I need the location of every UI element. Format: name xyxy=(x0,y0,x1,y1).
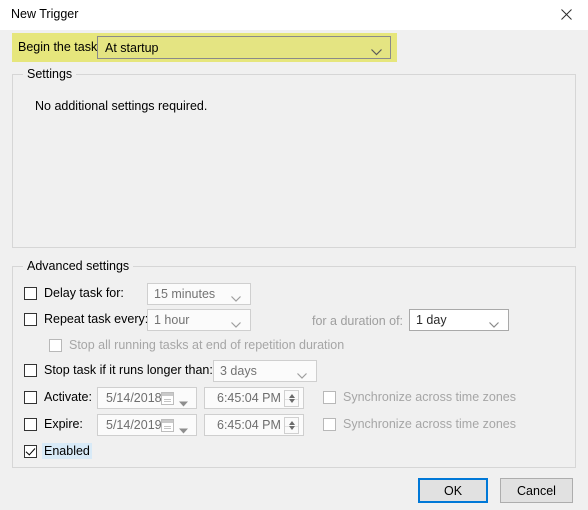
activate-label: Activate: xyxy=(44,390,92,404)
chevron-down-icon xyxy=(231,317,241,331)
cancel-button[interactable]: Cancel xyxy=(500,478,573,503)
chevron-down-icon xyxy=(179,396,188,410)
expire-row: Expire: xyxy=(24,417,83,431)
chevron-down-icon xyxy=(179,423,188,437)
duration-value: 1 day xyxy=(416,313,447,327)
repeat-task-value: 1 hour xyxy=(154,313,190,327)
stop-all-running-label: Stop all running tasks at end of repetit… xyxy=(69,338,345,352)
stop-task-longer-value: 3 days xyxy=(220,364,257,378)
repeat-task-checkbox[interactable] xyxy=(24,312,37,326)
calendar-icon xyxy=(161,419,174,432)
delay-task-checkbox[interactable] xyxy=(24,286,37,300)
activate-checkbox[interactable] xyxy=(24,390,37,404)
chevron-down-icon xyxy=(231,291,241,305)
delay-task-label: Delay task for: xyxy=(44,286,124,300)
stop-task-longer-row: Stop task if it runs longer than: xyxy=(24,363,213,377)
stop-task-longer-label: Stop task if it runs longer than: xyxy=(44,363,213,377)
expire-date-picker[interactable]: 5/14/2019 xyxy=(97,414,197,436)
expire-time-spinner[interactable]: 6:45:04 PM xyxy=(204,414,304,436)
activate-sync-checkbox[interactable] xyxy=(323,390,336,404)
expire-sync-row: Synchronize across time zones xyxy=(323,417,516,431)
settings-group-title: Settings xyxy=(23,67,77,81)
activate-sync-row: Synchronize across time zones xyxy=(323,390,516,404)
begin-task-select[interactable]: At startup xyxy=(97,36,391,59)
delay-task-select[interactable]: 15 minutes xyxy=(147,283,251,305)
repeat-task-row: Repeat task every: xyxy=(24,312,148,326)
close-icon xyxy=(560,9,572,20)
activate-date-value: 5/14/2018 xyxy=(106,391,162,405)
chevron-down-icon xyxy=(297,368,307,382)
expire-time-value: 6:45:04 PM xyxy=(217,418,281,432)
enabled-row: Enabled xyxy=(24,443,92,459)
title-bar: New Trigger xyxy=(0,0,588,30)
stop-task-longer-checkbox[interactable] xyxy=(24,363,37,377)
stop-all-running-checkbox[interactable] xyxy=(49,338,62,352)
calendar-icon xyxy=(161,392,174,405)
activate-time-value: 6:45:04 PM xyxy=(217,391,281,405)
settings-group: Settings No additional settings required… xyxy=(12,67,576,248)
expire-sync-checkbox[interactable] xyxy=(323,417,336,431)
delay-task-row: Delay task for: xyxy=(24,286,124,300)
advanced-group-title: Advanced settings xyxy=(23,259,134,273)
close-button[interactable] xyxy=(544,0,588,29)
stop-task-longer-select[interactable]: 3 days xyxy=(213,360,317,382)
chevron-down-icon xyxy=(371,45,382,59)
expire-label: Expire: xyxy=(44,417,83,431)
expire-date-value: 5/14/2019 xyxy=(106,418,162,432)
activate-row: Activate: xyxy=(24,390,92,404)
enabled-label: Enabled xyxy=(42,443,92,459)
repeat-task-select[interactable]: 1 hour xyxy=(147,309,251,331)
duration-label: for a duration of: xyxy=(312,314,404,328)
repeat-task-label: Repeat task every: xyxy=(44,312,149,326)
settings-note: No additional settings required. xyxy=(35,99,208,113)
spinner-up-down-icon[interactable] xyxy=(284,417,299,434)
begin-task-row: Begin the task: At startup xyxy=(12,33,397,62)
expire-checkbox[interactable] xyxy=(24,417,37,431)
delay-task-value: 15 minutes xyxy=(154,287,216,301)
chevron-down-icon xyxy=(489,317,499,331)
window-title: New Trigger xyxy=(11,7,79,21)
activate-sync-label: Synchronize across time zones xyxy=(343,390,516,404)
spinner-up-down-icon[interactable] xyxy=(284,390,299,407)
expire-sync-label: Synchronize across time zones xyxy=(343,417,516,431)
duration-select[interactable]: 1 day xyxy=(409,309,509,331)
begin-task-value: At startup xyxy=(105,41,159,55)
activate-date-picker[interactable]: 5/14/2018 xyxy=(97,387,197,409)
ok-button[interactable]: OK xyxy=(418,478,488,503)
activate-time-spinner[interactable]: 6:45:04 PM xyxy=(204,387,304,409)
stop-all-running-row: Stop all running tasks at end of repetit… xyxy=(49,338,344,352)
enabled-checkbox[interactable] xyxy=(24,444,37,458)
begin-task-label: Begin the task: xyxy=(18,40,101,54)
advanced-settings-group: Advanced settings Delay task for: 15 min… xyxy=(12,259,576,468)
